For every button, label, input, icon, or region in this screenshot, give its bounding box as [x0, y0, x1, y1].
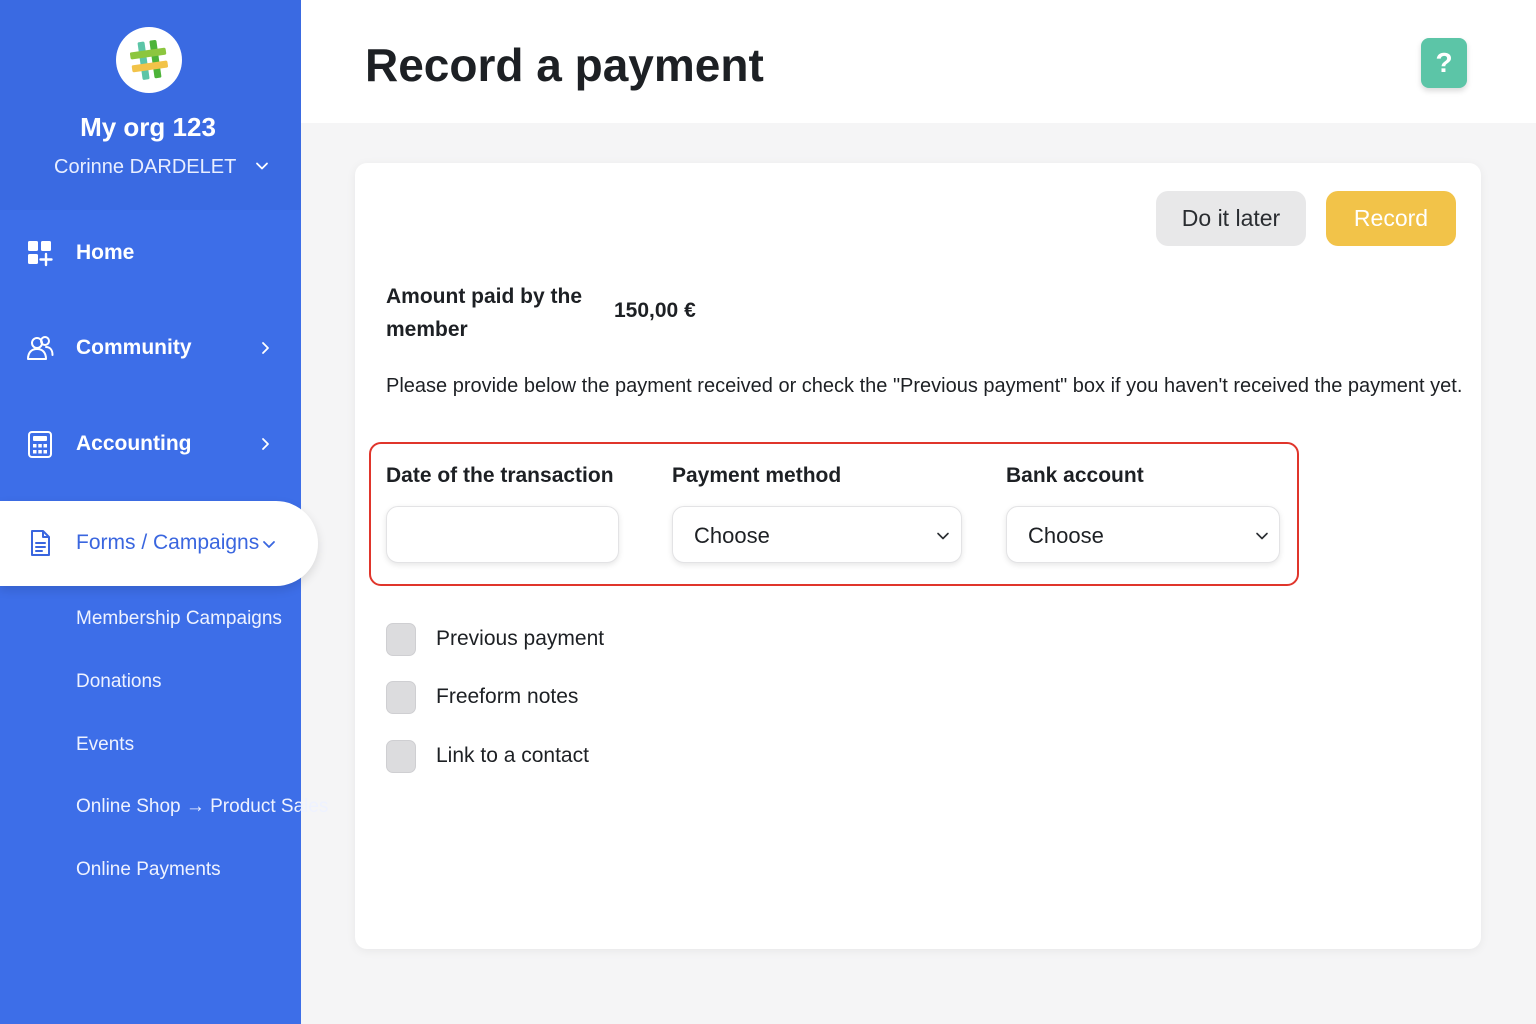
- record-button[interactable]: Record: [1326, 191, 1456, 246]
- sidebar-item-label: Community: [76, 336, 192, 359]
- chevron-right-icon: [262, 438, 269, 450]
- sidebar-item-accounting[interactable]: Accounting: [0, 414, 301, 474]
- sidebar-header: My org 123 Corinne DARDELET: [0, 0, 301, 210]
- user-name: Corinne DARDELET: [54, 155, 237, 178]
- payment-method-value: Choose: [694, 523, 770, 548]
- chevron-right-icon: [262, 342, 269, 354]
- sidebar-subitem-events[interactable]: Events: [76, 734, 134, 756]
- checkbox-label: Freeform notes: [436, 685, 579, 708]
- checkbox-label: Previous payment: [436, 627, 605, 650]
- freeform-notes-checkbox[interactable]: [386, 680, 416, 714]
- sidebar-subitem-online-shop[interactable]: Online Shop → Product Sales: [76, 796, 328, 818]
- freeform-notes-checkbox-row[interactable]: Freeform notes: [386, 680, 578, 714]
- payment-method-select[interactable]: Choose: [672, 506, 962, 563]
- document-icon: [31, 530, 50, 556]
- help-button[interactable]: ?: [1421, 38, 1467, 88]
- do-it-later-button[interactable]: Do it later: [1156, 191, 1306, 246]
- org-logo-icon[interactable]: [116, 27, 182, 93]
- bank-account-label: Bank account: [1006, 464, 1144, 487]
- chevron-down-icon: [256, 162, 268, 170]
- sidebar-item-label: Forms / Campaigns: [76, 531, 260, 554]
- user-menu[interactable]: Corinne DARDELET: [54, 152, 284, 182]
- amount-value: 150,00 €: [614, 299, 696, 322]
- sidebar-item-home[interactable]: Home: [0, 223, 301, 283]
- calculator-icon: [28, 431, 52, 458]
- page-header: Record a payment ?: [301, 0, 1536, 123]
- sidebar-item-community[interactable]: Community: [0, 318, 301, 378]
- sidebar-item-label: Home: [76, 241, 135, 264]
- amount-label: Amount paid by the member: [386, 285, 582, 341]
- sidebar-subitem-donations[interactable]: Donations: [76, 671, 162, 693]
- sidebar-item-label: Accounting: [76, 432, 192, 455]
- bank-account-value: Choose: [1028, 523, 1104, 548]
- dashboard-icon: [28, 241, 53, 267]
- chevron-down-icon: [937, 532, 949, 540]
- sidebar-subitem-online-payments[interactable]: Online Payments: [76, 859, 221, 881]
- previous-payment-checkbox[interactable]: [386, 622, 416, 656]
- sidebar: My org 123 Corinne DARDELET Home Communi…: [0, 0, 328, 1024]
- chevron-down-icon: [263, 541, 275, 548]
- page-title: Record a payment: [365, 39, 764, 91]
- link-contact-checkbox-row[interactable]: Link to a contact: [386, 739, 589, 773]
- link-contact-checkbox[interactable]: [386, 739, 416, 773]
- checkbox-label: Link to a contact: [436, 744, 589, 767]
- payment-form-card: Do it later Record Amount paid by the me…: [355, 163, 1481, 949]
- bank-account-select[interactable]: Choose: [1006, 506, 1280, 563]
- date-input[interactable]: [386, 506, 619, 563]
- date-label: Date of the transaction: [386, 464, 614, 487]
- payment-method-label: Payment method: [672, 464, 842, 487]
- users-icon: [27, 336, 54, 360]
- instructions-text: Please provide below the payment receive…: [386, 375, 1463, 397]
- sidebar-item-forms-campaigns[interactable]: Forms / Campaigns: [0, 501, 318, 586]
- sidebar-subitem-membership-campaigns[interactable]: Membership Campaigns: [76, 608, 282, 630]
- previous-payment-checkbox-row[interactable]: Previous payment: [386, 622, 604, 656]
- chevron-down-icon: [1256, 532, 1268, 540]
- org-name: My org 123: [80, 112, 216, 142]
